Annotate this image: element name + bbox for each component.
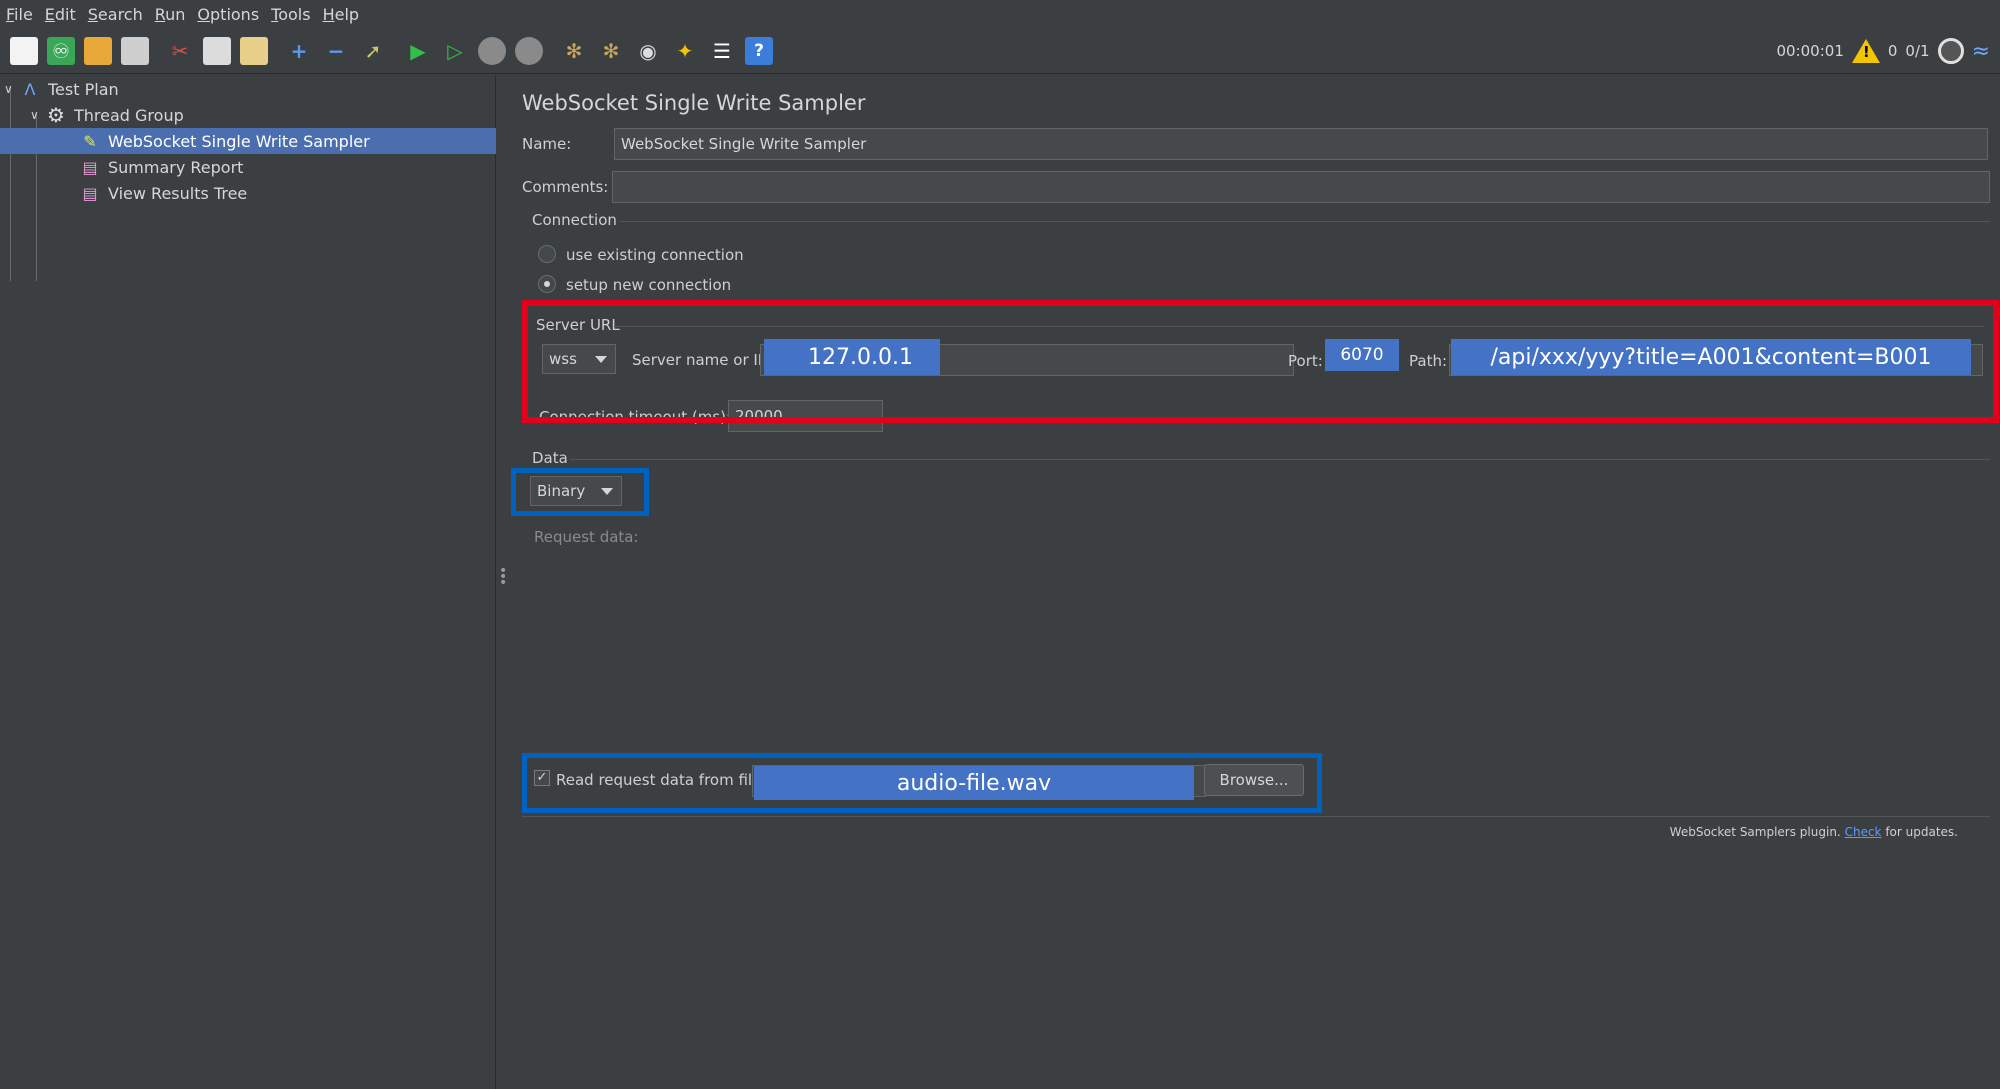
data-section-title: Data (532, 449, 568, 467)
gear-icon: ⚙ (47, 103, 65, 127)
warning-count: 0 (1887, 42, 1898, 60)
footer-text: WebSocket Samplers plugin. (1669, 825, 1841, 839)
copy-icon[interactable] (203, 36, 231, 65)
plugin-footer: WebSocket Samplers plugin. Check for upd… (1670, 825, 1958, 839)
menu-help[interactable]: Help (323, 5, 359, 24)
shutdown-icon[interactable] (515, 36, 543, 65)
tree-label: View Results Tree (108, 183, 248, 203)
splitter-handle[interactable]: • • • (499, 564, 507, 590)
tree-label: Summary Report (108, 157, 244, 177)
thread-count: 0/1 (1905, 42, 1930, 60)
tree-item-thread-group[interactable]: ∨ ⚙ Thread Group (30, 102, 184, 128)
tree-item-websocket-sampler[interactable]: ✎ WebSocket Single Write Sampler (0, 128, 496, 154)
tree-label: Thread Group (74, 105, 184, 125)
chart-icon: ▤ (82, 157, 98, 177)
toolbar: ♾ ✂ + − ➚ ▶ ▷ ✻ ✻ ◉ ✦ ☰ ? 00:00:01 0 0/1… (0, 28, 2000, 74)
radio-use-existing[interactable] (538, 245, 556, 263)
chevron-down-icon[interactable]: ∨ (30, 108, 46, 122)
menu-edit[interactable]: Edit (45, 5, 76, 24)
elapsed-timer: 00:00:01 (1776, 42, 1844, 60)
menu-run[interactable]: Run (155, 5, 186, 24)
footer-suffix: for updates. (1885, 825, 1958, 839)
expand-icon[interactable]: + (285, 37, 313, 65)
toggle-icon[interactable]: ➚ (359, 37, 387, 65)
new-icon[interactable] (10, 36, 38, 65)
menu-options[interactable]: Options (197, 5, 259, 24)
radio-new-label: setup new connection (566, 276, 732, 294)
menu-search[interactable]: Search (88, 5, 143, 24)
cut-icon[interactable]: ✂ (166, 37, 194, 65)
clear-icon[interactable]: ✻ (560, 37, 588, 65)
name-field[interactable]: WebSocket Single Write Sampler (614, 128, 1988, 160)
status-area: 00:00:01 0 0/1 ≈ (1769, 28, 1990, 74)
sampler-panel: WebSocket Single Write Sampler Name: Web… (508, 75, 2000, 1089)
start-icon[interactable]: ▶ (404, 37, 432, 65)
comments-field[interactable] (612, 171, 1990, 203)
collapse-icon[interactable]: − (322, 37, 350, 65)
chevron-down-icon[interactable]: ∨ (4, 82, 20, 96)
save-icon[interactable] (121, 36, 149, 65)
radio-existing-label: use existing connection (566, 246, 744, 264)
pencil-icon: ✎ (83, 131, 97, 151)
radio-setup-new[interactable] (538, 275, 556, 293)
data-type-highlight-box (511, 468, 649, 516)
log-viewer-icon[interactable]: ≈ (1972, 39, 1990, 64)
connection-section-title: Connection (532, 211, 617, 229)
reset-search-icon[interactable]: ✦ (671, 37, 699, 65)
menu-file[interactable]: File (6, 5, 33, 24)
name-label: Name: (522, 135, 572, 153)
warning-icon[interactable] (1851, 39, 1880, 63)
check-updates-link[interactable]: Check (1845, 825, 1882, 839)
file-row-highlight-box (522, 753, 1322, 813)
clear-all-icon[interactable]: ✻ (597, 37, 625, 65)
tree-item-test-plan[interactable]: ∨ Λ Test Plan (4, 76, 119, 102)
function-helper-icon[interactable]: ☰ (708, 37, 736, 65)
menu-bar: File Edit Search Run Options Tools Help (0, 0, 2000, 28)
tree-item-view-results-tree[interactable]: ▤ View Results Tree (80, 180, 247, 206)
menu-tools[interactable]: Tools (271, 5, 310, 24)
templates-icon[interactable]: ♾ (47, 36, 75, 65)
tree-label: WebSocket Single Write Sampler (108, 131, 370, 151)
remote-globe-icon[interactable] (1937, 38, 1964, 64)
chart-icon: ▤ (82, 183, 98, 203)
tree-item-summary-report[interactable]: ▤ Summary Report (80, 154, 243, 180)
request-data-label: Request data: (534, 528, 639, 546)
page-title: WebSocket Single Write Sampler (522, 91, 866, 115)
test-plan-icon: Λ (24, 79, 36, 99)
search-icon[interactable]: ◉ (634, 37, 662, 65)
open-icon[interactable] (84, 36, 112, 65)
comments-label: Comments: (522, 178, 609, 196)
paste-icon[interactable] (240, 36, 268, 65)
tree-label: Test Plan (48, 79, 119, 99)
start-no-pause-icon[interactable]: ▷ (441, 37, 469, 65)
test-plan-tree: ∨ Λ Test Plan ∨ ⚙ Thread Group ✎ WebSock… (0, 75, 496, 1089)
help-icon[interactable]: ? (745, 36, 773, 65)
server-url-highlight-box (522, 300, 1999, 423)
stop-icon[interactable] (478, 36, 506, 65)
